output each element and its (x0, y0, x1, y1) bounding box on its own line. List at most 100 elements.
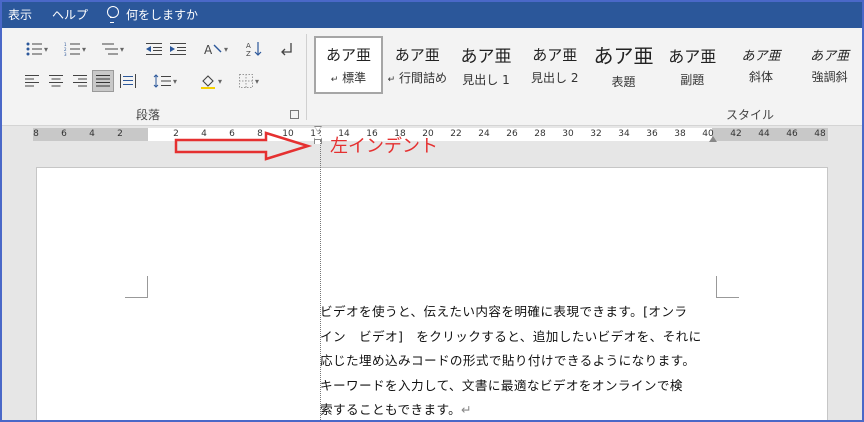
menu-view[interactable]: 表示 (0, 0, 42, 28)
align-left-icon (25, 75, 39, 87)
style-preview: あア亜 (325, 46, 371, 64)
ruler-number: 44 (758, 129, 770, 139)
asian-layout-icon: A (204, 43, 222, 56)
align-right-icon (73, 75, 87, 87)
line-spacing-button[interactable]: ▾ (148, 70, 182, 92)
ruler-number: 42 (730, 129, 742, 139)
style-italic[interactable]: あア亜 斜体 (727, 36, 796, 94)
ruler-number: 36 (646, 129, 658, 139)
style-name: ↵ 行間詰め (387, 71, 447, 85)
style-preview: あア亜 (741, 49, 781, 64)
ruler-number: 2 (117, 129, 123, 139)
ruler-number: 46 (786, 129, 798, 139)
asian-layout-button[interactable]: A ▾ (200, 38, 232, 60)
ruler-number: 26 (506, 129, 518, 139)
shading-button[interactable]: ▾ (194, 70, 228, 92)
justify-button[interactable] (92, 70, 114, 92)
style-name: 強調斜 (811, 70, 848, 84)
style-heading-1[interactable]: あア亜 見出し 1 (452, 36, 521, 94)
margin-corner-right (716, 276, 739, 298)
svg-text:3: 3 (64, 52, 67, 56)
styles-gallery: あア亜 ↵ 標準 あア亜 ↵ 行間詰め あア亜 見出し 1 あア亜 見出し 2 … (314, 36, 864, 94)
distributed-button[interactable] (118, 70, 138, 92)
show-marks-button[interactable] (276, 38, 296, 60)
increase-indent-button[interactable] (168, 38, 188, 60)
style-name: 見出し 2 (531, 71, 579, 85)
text-line: キーワードを入力して、文書に最適なビデオをオンラインで検 (320, 377, 683, 393)
increase-indent-icon (170, 43, 186, 55)
style-name: 副題 (680, 72, 705, 87)
sort-icon: AZ (246, 42, 262, 57)
paragraph-mark: ↵ (461, 402, 473, 417)
style-subtitle[interactable]: あア亜 副題 (658, 36, 727, 94)
ruler-number: 48 (814, 129, 826, 139)
bullets-icon (26, 42, 42, 56)
svg-text:A: A (204, 43, 213, 56)
bullets-button[interactable]: ▾ (22, 38, 52, 60)
align-center-button[interactable] (46, 70, 66, 92)
paragraph-dialog-launcher[interactable] (290, 110, 299, 119)
ruler-number: 28 (534, 129, 546, 139)
text-line: 索することもできます。↵ (320, 402, 473, 417)
style-no-spacing[interactable]: あア亜 ↵ 行間詰め (383, 36, 452, 94)
style-preview: あア亜 (593, 44, 654, 68)
multilevel-list-button[interactable]: ▾ (98, 38, 128, 60)
style-standard[interactable]: あア亜 ↵ 標準 (314, 36, 383, 94)
style-preview: あア亜 (460, 47, 512, 67)
style-name: 見出し 1 (462, 73, 510, 87)
tell-me-label: 何をしますか (126, 7, 199, 22)
lightbulb-icon (106, 6, 120, 23)
style-preview: あア亜 (810, 49, 850, 64)
justify-icon (96, 75, 110, 87)
first-line-indent-handle[interactable] (314, 126, 322, 132)
numbering-icon: 123 (64, 42, 80, 56)
font-dialog-launcher[interactable] (1, 110, 10, 119)
svg-text:Z: Z (246, 50, 251, 57)
ruler-number: 30 (562, 129, 574, 139)
ruler-number: 38 (674, 129, 686, 139)
annotation-label: 左インデント (330, 136, 438, 157)
style-title[interactable]: あア亜 表題 (589, 36, 658, 94)
ruler-number: 32 (590, 129, 602, 139)
align-left-button[interactable] (22, 70, 42, 92)
style-heading-2[interactable]: あア亜 見出し 2 (520, 36, 589, 94)
style-preview: あア亜 (668, 46, 717, 66)
right-indent-marker[interactable] (709, 136, 717, 142)
paragraph-group-label: 段落 (136, 108, 161, 122)
style-preview: あア亜 (532, 46, 578, 64)
ruler-number: 22 (450, 129, 462, 139)
text-line: 応じた埋め込みコードの形式で貼り付けできるようになります。 (320, 353, 696, 368)
style-name: 表題 (611, 75, 636, 89)
style-emphasis-italic[interactable]: あア亜 強調斜 (795, 36, 864, 94)
align-right-button[interactable] (70, 70, 90, 92)
menu-bar: 表示 ヘルプ 何をしますか (0, 0, 864, 28)
borders-button[interactable]: ▾ (232, 70, 266, 92)
menu-help[interactable]: ヘルプ (42, 0, 98, 28)
ribbon: ▾ 1 2 3 ▾ ▾ A ▾ AZ ▾ ▾ ▾ 段落 あア亜 ↵ 標準 あア亜… (0, 28, 864, 126)
group-separator (306, 34, 307, 120)
ruler-number: 24 (478, 129, 490, 139)
multilevel-list-icon (101, 43, 118, 55)
ruler-number: 34 (618, 129, 630, 139)
borders-icon (238, 74, 253, 88)
distributed-icon (120, 74, 136, 88)
style-name: ↵ 標準 (330, 71, 367, 85)
align-center-icon (49, 75, 63, 87)
indent-guide-line (320, 140, 321, 422)
decrease-indent-button[interactable] (144, 38, 164, 60)
ruler-number: 4 (89, 129, 95, 139)
paint-bucket-icon (200, 75, 215, 89)
annotation-arrow (174, 131, 313, 161)
style-name: 斜体 (748, 70, 773, 84)
tell-me-box[interactable]: 何をしますか (98, 6, 198, 23)
text-line: イン ビデオ] をクリックすると、追加したいビデオを、それに (320, 328, 702, 344)
document-body[interactable]: ビデオを使うと、伝えたい内容を明確に表現できます。[オンラ イン ビデオ] をク… (320, 300, 730, 422)
style-paragraph-mark: ↵ (330, 75, 339, 85)
style-paragraph-mark: ↵ (387, 75, 396, 85)
line-spacing-icon (153, 74, 171, 88)
numbering-button[interactable]: 1 2 3 ▾ (60, 38, 90, 60)
decrease-indent-icon (146, 43, 162, 55)
ruler-number: 8 (33, 129, 39, 139)
sort-button[interactable]: AZ (244, 38, 264, 60)
style-preview: あア亜 (394, 46, 440, 64)
